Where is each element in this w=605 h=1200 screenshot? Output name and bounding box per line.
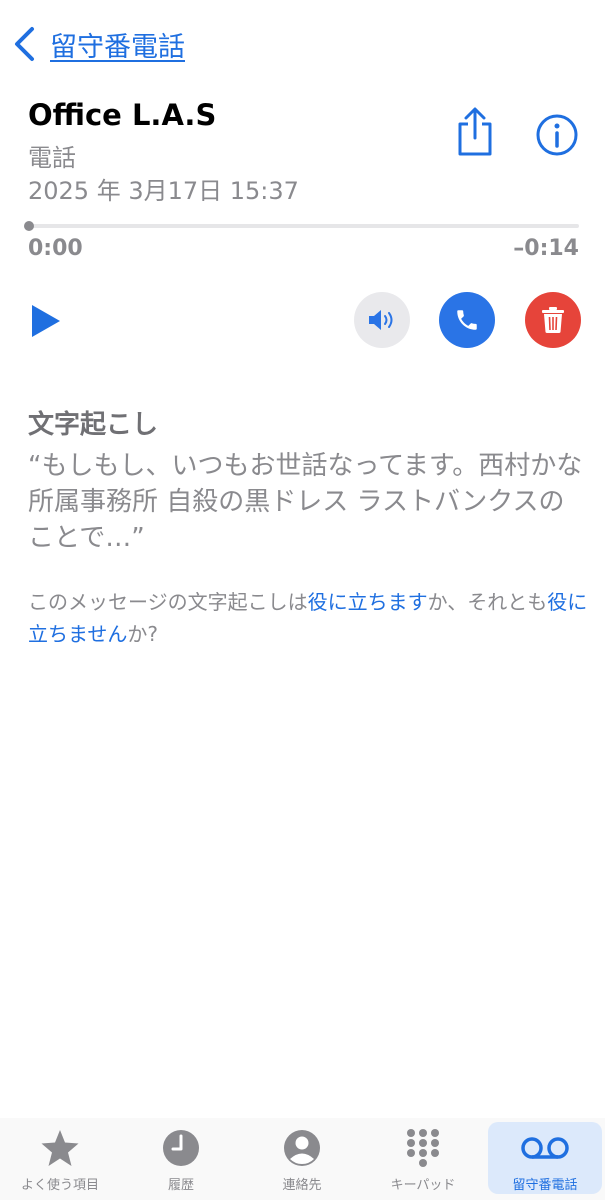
chevron-left-icon	[15, 27, 34, 61]
speaker-icon	[369, 310, 393, 330]
clock-icon	[163, 1130, 199, 1166]
delete-button[interactable]	[525, 292, 581, 348]
feedback-suffix: か?	[127, 622, 159, 646]
tab-favorites-label: よく使う項目	[20, 1178, 99, 1193]
feedback-middle: か、それとも	[427, 590, 548, 614]
phone-icon	[457, 310, 477, 330]
person-circle-icon	[284, 1130, 320, 1166]
play-icon	[32, 305, 60, 337]
caller-name: Office L.A.S	[28, 98, 217, 132]
tab-recents-label: 履歴	[167, 1178, 194, 1193]
tab-voicemail-label: 留守番電話	[512, 1178, 578, 1193]
playback-scrubber-handle[interactable]	[24, 221, 34, 231]
transcript-heading: 文字起こし	[28, 410, 159, 440]
info-button[interactable]	[535, 113, 579, 157]
speaker-button[interactable]	[354, 292, 410, 348]
remaining-time: –0:14	[513, 236, 579, 261]
share-button[interactable]	[454, 106, 496, 158]
message-date: 2025 年 3月17日 15:37	[28, 177, 299, 205]
call-type: 電話	[28, 144, 76, 172]
tab-keypad[interactable]: キーパッド	[376, 1122, 470, 1194]
trash-icon	[542, 307, 564, 333]
tab-contacts[interactable]: 連絡先	[256, 1122, 348, 1194]
back-button-label: 留守番電話	[50, 31, 185, 63]
tab-bar: よく使う項目 履歴 連絡先 キーパッド 留守番電話	[0, 1118, 605, 1200]
tab-recents[interactable]: 履歴	[136, 1122, 226, 1194]
keypad-icon	[407, 1129, 439, 1167]
transcript-feedback: このメッセージの文字起こしは役に立ちますか、それとも役に立ちませんか?	[28, 586, 588, 650]
share-icon	[458, 107, 492, 156]
back-button[interactable]: 留守番電話	[12, 24, 185, 64]
tab-keypad-label: キーパッド	[390, 1178, 456, 1193]
elapsed-time: 0:00	[28, 236, 83, 261]
play-button[interactable]	[30, 303, 62, 339]
call-back-button[interactable]	[439, 292, 495, 348]
tab-voicemail[interactable]: 留守番電話	[488, 1122, 602, 1194]
tab-favorites[interactable]: よく使う項目	[14, 1122, 106, 1194]
star-icon	[41, 1130, 79, 1166]
voicemail-icon	[521, 1137, 569, 1159]
feedback-prefix: このメッセージの文字起こしは	[28, 590, 308, 614]
feedback-helpful-link[interactable]: 役に立ちます	[308, 590, 428, 614]
playback-scrubber[interactable]	[28, 224, 579, 228]
tab-contacts-label: 連絡先	[282, 1178, 322, 1193]
info-icon	[536, 114, 578, 156]
voicemail-detail-screen: 留守番電話 Office L.A.S 電話 2025 年 3月17日 15:37…	[0, 0, 605, 1200]
transcript-text: “もしもし、いつもお世話なってます。西村かな所属事務所 自殺の黒ドレス ラストバ…	[28, 451, 583, 553]
